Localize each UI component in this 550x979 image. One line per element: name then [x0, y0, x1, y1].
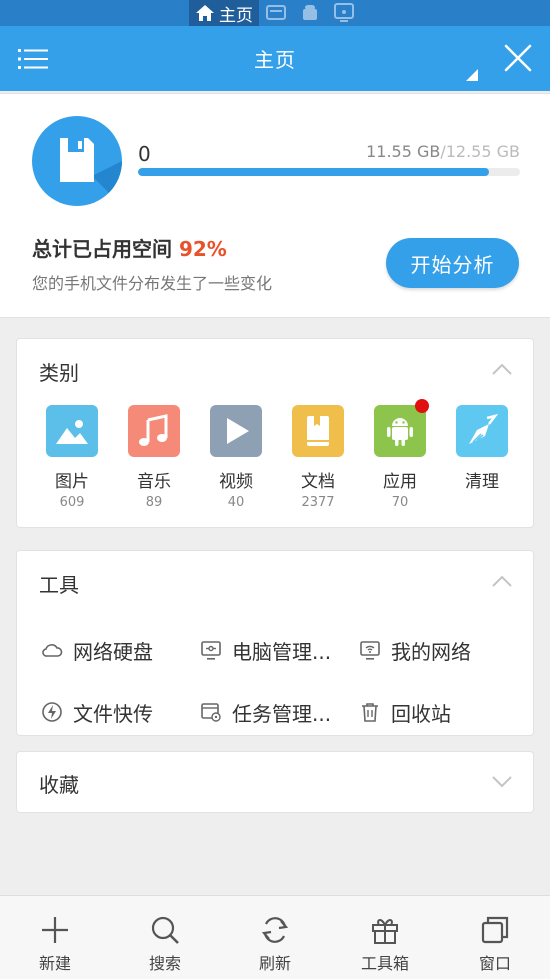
chevron-up-icon[interactable]	[491, 361, 513, 377]
category-item-images[interactable]: 图片 609	[31, 405, 113, 510]
tool-grid: 网络硬盘 电脑管理... 我的网络 文件快传 任务管理... 回收站	[41, 619, 518, 743]
android-icon	[374, 405, 426, 457]
category-count: 609	[59, 495, 85, 510]
category-item-cleanup[interactable]: 清理	[441, 405, 523, 510]
plus-icon	[42, 917, 68, 943]
chevron-up-icon[interactable]	[491, 573, 513, 589]
tool-network-disk[interactable]: 网络硬盘	[41, 619, 200, 681]
start-analysis-button[interactable]: 开始分析	[386, 238, 519, 288]
status-tab-android[interactable]	[293, 0, 327, 26]
network-tab-icon	[334, 3, 354, 22]
bolt-icon	[42, 702, 62, 722]
category-label: 音乐	[137, 472, 171, 492]
tool-pc-manager[interactable]: 电脑管理...	[200, 619, 359, 681]
apps-update-badge	[415, 399, 429, 413]
bottom-windows-button[interactable]: 窗口	[440, 896, 550, 979]
tool-label: 网络硬盘	[73, 639, 153, 664]
wifi-screen-icon	[360, 641, 380, 660]
tool-row: 网络硬盘 电脑管理... 我的网络	[41, 619, 518, 681]
close-icon[interactable]	[502, 42, 534, 74]
image-icon	[46, 405, 98, 457]
storage-progress-fill	[138, 168, 490, 176]
tool-row: 文件快传 任务管理... 回收站	[41, 681, 518, 743]
tool-label: 任务管理...	[232, 701, 332, 726]
bottom-new-button[interactable]: 新建	[0, 896, 110, 979]
bottom-label: 刷新	[258, 954, 291, 973]
music-icon	[128, 405, 180, 457]
usage-title: 总计已占用空间 92%	[32, 233, 227, 262]
category-item-video[interactable]: 视频 40	[195, 405, 277, 510]
usage-title-label: 总计已占用空间	[32, 237, 172, 261]
bottom-label: 新建	[38, 954, 71, 973]
bottom-toolbox-button[interactable]: 工具箱	[330, 896, 440, 979]
search-icon	[151, 916, 179, 944]
category-count: 40	[227, 495, 245, 510]
storage-size-readout: 11.55 GB/12.55 GB	[366, 142, 520, 161]
tool-file-transfer[interactable]: 文件快传	[41, 681, 200, 743]
tool-label: 电脑管理...	[232, 639, 332, 664]
document-icon	[292, 405, 344, 457]
task-manager-icon	[201, 703, 221, 722]
tools-card: 工具 网络硬盘 电脑管理... 我的网络 文件快传 任务管理... 回收站	[16, 550, 534, 736]
tool-label: 我的网络	[391, 639, 471, 664]
total-size: 12.55 GB	[445, 142, 520, 161]
dropdown-corner-icon[interactable]	[466, 69, 478, 81]
tool-recycle-bin[interactable]: 回收站	[359, 681, 518, 743]
status-tab-network[interactable]	[327, 0, 361, 26]
category-item-documents[interactable]: 文档 2377	[277, 405, 359, 510]
category-label: 应用	[383, 472, 417, 492]
category-label: 视频	[219, 472, 253, 492]
app-bar: 主页	[0, 26, 550, 91]
storage-progress-bar	[138, 168, 520, 176]
monitor-icon	[201, 641, 221, 660]
usage-percent: 92%	[178, 237, 227, 261]
bottom-toolbar: 新建 搜索 刷新 工具箱 窗口	[0, 895, 550, 979]
tool-task-manager[interactable]: 任务管理...	[200, 681, 359, 743]
gift-icon	[372, 919, 398, 944]
broom-icon	[456, 405, 508, 457]
storage-card: 0 11.55 GB/12.55 GB 总计已占用空间 92% 您的手机文件分布…	[0, 93, 550, 318]
category-count: 2377	[301, 495, 335, 510]
usage-subtitle: 您的手机文件分布发生了一些变化	[32, 274, 273, 293]
category-item-music[interactable]: 音乐 89	[113, 405, 195, 510]
bottom-refresh-button[interactable]: 刷新	[220, 896, 330, 979]
tool-my-network[interactable]: 我的网络	[359, 619, 518, 681]
gallery-tab-icon	[266, 5, 286, 20]
favorites-title: 收藏	[39, 773, 79, 797]
windows-icon	[481, 916, 509, 944]
home-icon	[196, 5, 214, 21]
category-card: 类别 图片 609 音乐 89 视频 40 文档 2377 应用 70 清理	[16, 338, 534, 528]
bottom-label: 搜索	[148, 954, 181, 973]
video-icon	[210, 405, 262, 457]
bottom-label: 窗口	[478, 954, 511, 973]
refresh-icon	[261, 917, 289, 943]
chevron-down-icon[interactable]	[491, 774, 513, 790]
status-tab-gallery[interactable]	[259, 0, 293, 26]
category-label: 文档	[301, 472, 335, 492]
category-count: 70	[391, 495, 409, 510]
trash-icon	[362, 703, 378, 722]
tool-label: 回收站	[391, 701, 451, 726]
used-count: 0	[138, 142, 151, 166]
status-tab-home[interactable]: 主页	[189, 0, 259, 26]
storage-disk-icon	[32, 116, 122, 206]
category-count: 89	[145, 495, 163, 510]
category-title: 类别	[39, 361, 79, 385]
category-label: 清理	[465, 472, 499, 492]
category-item-apps[interactable]: 应用 70	[359, 399, 441, 510]
cloud-icon	[42, 644, 63, 657]
used-size: 11.55 GB	[366, 142, 441, 161]
status-tab-home-label: 主页	[219, 5, 253, 26]
category-label: 图片	[55, 472, 89, 492]
status-bar: 主页	[0, 0, 550, 26]
bottom-label: 工具箱	[360, 954, 409, 973]
bottom-search-button[interactable]: 搜索	[110, 896, 220, 979]
favorites-card[interactable]: 收藏	[16, 751, 534, 813]
tools-title: 工具	[39, 573, 79, 597]
tool-label: 文件快传	[73, 701, 153, 726]
android-tab-icon	[303, 5, 317, 20]
category-grid: 图片 609 音乐 89 视频 40 文档 2377 应用 70 清理	[31, 399, 523, 510]
